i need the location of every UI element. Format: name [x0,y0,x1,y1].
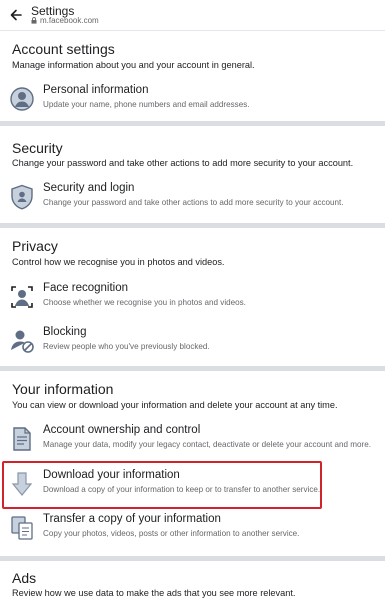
item-description: Copy your photos, videos, posts or other… [43,529,300,538]
item-security-and-login[interactable]: Security and login Change your password … [0,179,385,219]
section-title: Your information [12,381,114,397]
section-description: Review how we use data to make the ads t… [12,588,296,598]
top-bar: Settings m.facebook.com [0,0,385,31]
url-display: m.facebook.com [31,16,99,25]
item-account-ownership-and-control[interactable]: Account ownership and control Manage you… [0,421,385,461]
section-privacy: Privacy Control how we recognise you in … [0,228,385,366]
item-title: Face recognition [43,282,129,294]
person-icon [10,87,34,111]
item-download-your-information[interactable]: Download your information Download a cop… [0,466,385,506]
section-title: Account settings [12,41,115,57]
arrow-left-icon [10,9,22,21]
item-title: Security and login [43,182,135,194]
item-title: Personal information [43,84,149,96]
section-description: Manage information about you and your ac… [12,60,255,70]
transfer-icon [11,516,33,540]
lock-icon [31,17,37,24]
shield-icon [11,184,33,210]
item-personal-information[interactable]: Personal information Update your name, p… [0,81,385,121]
item-description: Manage your data, modify your legacy con… [43,440,371,449]
face-scan-icon [11,286,33,308]
item-description: Review people who you've previously bloc… [43,342,210,351]
item-title: Blocking [43,326,87,338]
section-account-settings: Account settings Manage information abou… [0,31,385,121]
back-button[interactable] [6,5,26,25]
item-transfer-a-copy[interactable]: Transfer a copy of your information Copy… [0,510,385,550]
section-description: Change your password and take other acti… [12,158,354,168]
section-title: Ads [12,570,37,586]
item-description: Change your password and take other acti… [43,198,344,207]
section-your-information: Your information You can view or downloa… [0,371,385,556]
item-title: Account ownership and control [43,424,201,436]
section-ads: Ads Review how we use data to make the a… [0,561,385,600]
item-description: Download a copy of your information to k… [43,485,321,494]
section-security: Security Change your password and take o… [0,126,385,223]
section-title: Privacy [12,238,58,254]
item-blocking[interactable]: Blocking Review people who you've previo… [0,323,385,363]
section-title: Security [12,140,63,156]
section-description: You can view or download your informatio… [12,400,338,410]
url-text: m.facebook.com [40,16,99,25]
item-title: Download your information [43,469,180,481]
item-title: Transfer a copy of your information [43,513,221,525]
document-icon [13,427,31,451]
blocked-person-icon [11,330,34,353]
item-description: Update your name, phone numbers and emai… [43,100,250,109]
download-arrow-icon [11,472,33,496]
item-face-recognition[interactable]: Face recognition Choose whether we recog… [0,279,385,319]
section-description: Control how we recognise you in photos a… [12,257,225,267]
item-description: Choose whether we recognise you in photo… [43,298,246,307]
